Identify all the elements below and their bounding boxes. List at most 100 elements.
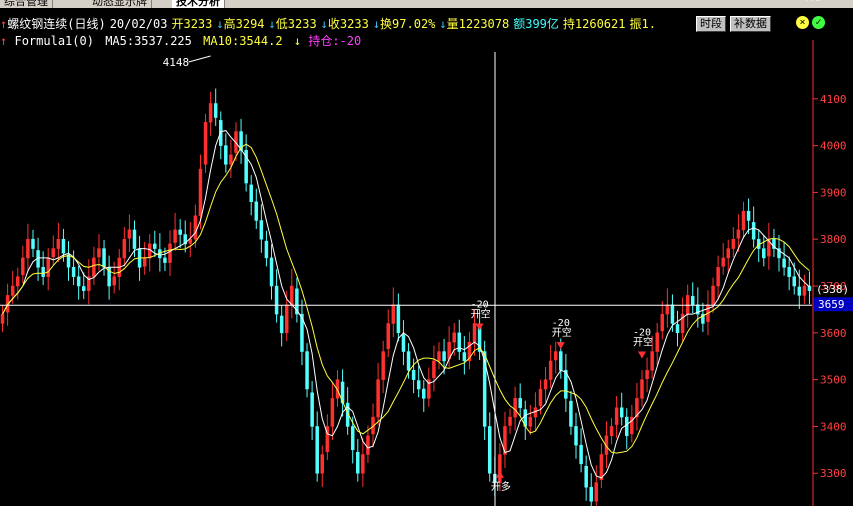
candle-up — [26, 238, 30, 259]
candle-up — [16, 276, 20, 287]
signal-number: -20 — [471, 299, 489, 310]
candle-down — [675, 324, 680, 334]
ma10-value: MA10:3544.2 — [203, 34, 283, 48]
candle-down — [584, 465, 588, 488]
close-circle-icon[interactable]: × — [796, 16, 809, 29]
candle-up — [127, 229, 132, 239]
low-price: 低3233 — [275, 17, 317, 31]
fill-data-button[interactable]: 补数据 — [730, 16, 771, 32]
y-tick-label: 3900 — [820, 186, 847, 199]
candle-up — [665, 304, 670, 315]
signal-number: -20 — [552, 318, 570, 329]
candle-up — [650, 351, 654, 371]
candle-up — [640, 379, 644, 399]
candle-down — [274, 285, 279, 315]
candle-up — [548, 360, 553, 380]
candle-down — [61, 238, 66, 254]
close-price: 收3233 — [327, 17, 369, 31]
arrow-down-icon: ↓ — [293, 34, 302, 48]
volume: 量1223078 — [446, 17, 510, 31]
indicator-info-bar: ↑ Formula1(0) MA5:3537.225 MA10:3544.2 ↓… — [0, 32, 500, 50]
candle-down — [411, 370, 416, 380]
candle-up — [726, 248, 731, 259]
candle-up — [645, 370, 649, 379]
candle-down — [746, 210, 751, 221]
candle-down — [792, 276, 796, 287]
turnover-rate: 换97.02% — [380, 17, 436, 31]
candle-down — [619, 407, 624, 418]
candle-up — [553, 351, 558, 361]
candle-up — [391, 304, 396, 324]
arrow-down-icon: ↓ — [268, 17, 276, 31]
candle-up — [320, 454, 325, 474]
candle-up — [51, 248, 56, 258]
candle-down — [66, 254, 71, 268]
candle-up — [614, 407, 619, 425]
candle-up — [97, 248, 101, 258]
check-circle-icon[interactable]: ✓ — [812, 16, 825, 29]
open-price: 开3233 — [171, 17, 213, 31]
y-tick-label: 4100 — [820, 93, 847, 106]
candle-down — [249, 184, 253, 203]
ma5-value: MA5:3537.225 — [105, 34, 192, 48]
candle-up — [711, 285, 715, 305]
candle-down — [751, 222, 756, 240]
candle-up — [290, 285, 294, 305]
arrow-down-icon: ↓ — [320, 17, 328, 31]
candle-down — [518, 398, 522, 408]
buy-signal-arrow — [495, 470, 504, 478]
candle-up — [21, 257, 25, 276]
candle-up — [472, 323, 477, 343]
candle-down — [264, 240, 269, 259]
candle-down — [457, 332, 462, 352]
high-price-label: 4148 — [163, 56, 190, 69]
candle-down — [102, 248, 106, 268]
candle-down — [569, 400, 573, 427]
candle-up — [528, 416, 533, 427]
candle-up — [56, 238, 61, 249]
arrow-up-icon: ↑ — [0, 34, 8, 48]
candle-up — [376, 379, 380, 418]
sell-signal-arrow — [637, 351, 646, 359]
signal-number: 20 — [811, 0, 823, 3]
candle-down — [396, 304, 401, 334]
candle-down — [356, 451, 360, 474]
candle-down — [762, 248, 766, 259]
y-tick-label: 3400 — [820, 420, 847, 433]
candle-up — [193, 215, 198, 240]
candle-up — [432, 360, 436, 379]
candle-up — [92, 257, 96, 277]
crosshair-price-label: 3659 — [818, 298, 845, 311]
candle-up — [284, 304, 289, 334]
formula-label: Formula1(0) — [14, 34, 94, 48]
candle-down — [163, 257, 167, 263]
candle-up — [513, 398, 517, 418]
candle-up — [736, 229, 741, 239]
candle-up — [609, 426, 614, 437]
candle-down — [579, 444, 583, 465]
candle-up — [660, 313, 665, 332]
arrow-down-icon: ↓ — [372, 17, 381, 31]
candle-up — [330, 398, 335, 427]
candle-up — [122, 238, 127, 259]
candle-up — [538, 388, 543, 407]
candle-up — [229, 154, 233, 165]
candle-up — [721, 257, 725, 267]
candle-up — [594, 482, 599, 502]
candle-up — [741, 210, 746, 231]
candle-up — [366, 435, 370, 455]
candle-down — [487, 426, 492, 474]
candle-down — [782, 258, 786, 268]
candlestick-chart: 3300340035003600370038003900400041003659… — [0, 0, 853, 506]
candle-down — [422, 388, 426, 399]
sell-signal-arrow — [475, 323, 484, 331]
candle-down — [787, 267, 791, 277]
candle-down — [442, 351, 446, 362]
amount: 额399亿 — [513, 17, 559, 31]
candle-down — [224, 145, 228, 165]
candle-up — [716, 267, 720, 287]
y-tick-label: 3600 — [820, 327, 847, 340]
candle-down — [213, 103, 218, 118]
y-tick-label: 3300 — [820, 467, 847, 480]
period-button[interactable]: 时段 — [696, 16, 726, 32]
